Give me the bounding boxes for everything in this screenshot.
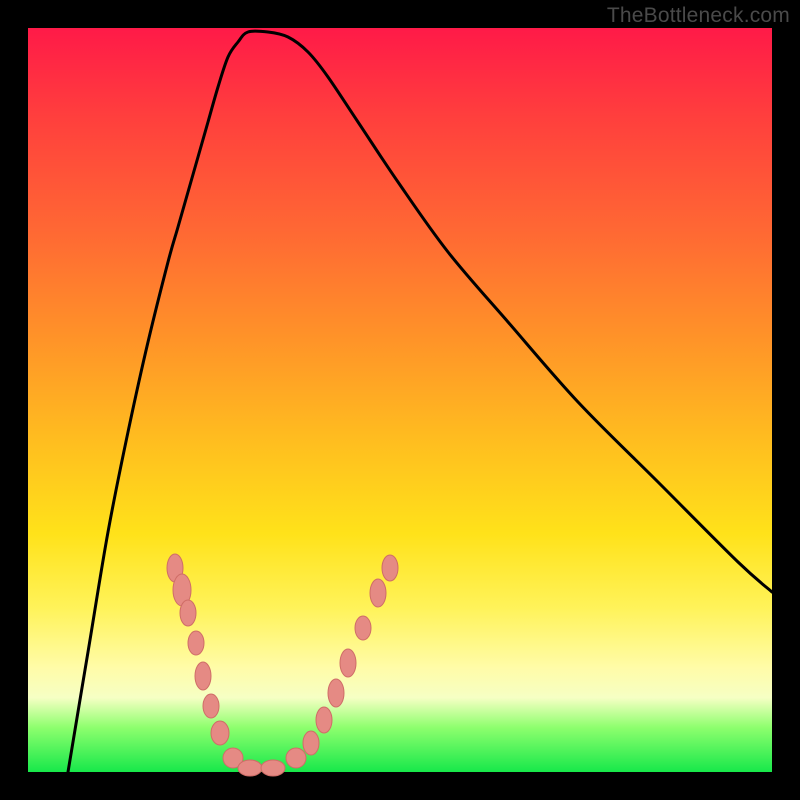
curve-marker	[382, 555, 398, 581]
plot-area	[28, 28, 772, 772]
chart-frame: TheBottleneck.com	[0, 0, 800, 800]
curve-marker	[211, 721, 229, 745]
curve-marker	[340, 649, 356, 677]
curve-marker	[238, 760, 262, 776]
curve-marker	[188, 631, 204, 655]
bottleneck-curve	[68, 31, 772, 772]
curve-marker	[316, 707, 332, 733]
chart-overlay	[28, 28, 772, 772]
watermark-text: TheBottleneck.com	[607, 4, 790, 28]
curve-marker	[180, 600, 196, 626]
curve-markers	[167, 554, 398, 776]
curve-marker	[195, 662, 211, 690]
curve-marker	[203, 694, 219, 718]
curve-marker	[328, 679, 344, 707]
curve-marker	[286, 748, 306, 768]
curve-marker	[303, 731, 319, 755]
curve-marker	[261, 760, 285, 776]
curve-marker	[370, 579, 386, 607]
curve-marker	[355, 616, 371, 640]
